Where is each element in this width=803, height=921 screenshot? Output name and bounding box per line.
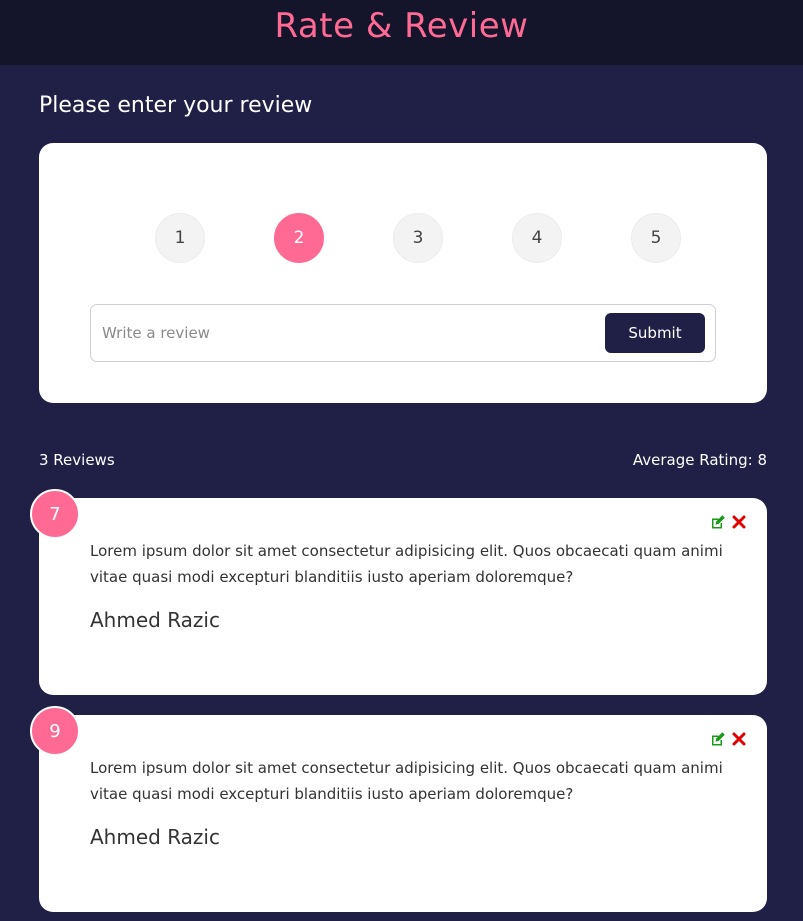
review-rating-badge: 7 <box>30 489 80 539</box>
review-stats: 3 Reviews Average Rating: 8 <box>39 451 767 469</box>
review-input-group: Submit <box>90 304 716 362</box>
rating-option-4[interactable]: 4 <box>512 213 562 263</box>
review-actions <box>710 514 747 530</box>
review-rating-badge: 9 <box>30 706 80 756</box>
delete-icon[interactable] <box>731 514 747 530</box>
review-count: 3 Reviews <box>39 451 115 469</box>
average-rating: Average Rating: 8 <box>632 451 767 469</box>
review-text: Lorem ipsum dolor sit amet consectetur a… <box>90 759 723 803</box>
rating-option-2[interactable]: 2 <box>274 213 324 263</box>
review-actions <box>710 731 747 747</box>
page-title: Rate & Review <box>274 5 529 46</box>
delete-icon[interactable] <box>731 731 747 747</box>
review-author: Ahmed Razic <box>90 825 220 849</box>
rating-form-card: 1 2 3 4 5 Submit <box>39 143 767 403</box>
review-text: Lorem ipsum dolor sit amet consectetur a… <box>90 542 723 586</box>
rating-option-5[interactable]: 5 <box>631 213 681 263</box>
app-header: Rate & Review <box>0 0 803 65</box>
edit-icon[interactable] <box>710 514 726 530</box>
submit-button[interactable]: Submit <box>605 313 705 353</box>
review-author: Ahmed Razic <box>90 608 220 632</box>
rating-option-1[interactable]: 1 <box>155 213 205 263</box>
review-input[interactable] <box>91 305 601 361</box>
review-card: 9 Lorem ipsum dolor sit amet consectetur… <box>30 706 767 912</box>
edit-icon[interactable] <box>710 731 726 747</box>
rating-option-3[interactable]: 3 <box>393 213 443 263</box>
review-card: 7 Lorem ipsum dolor sit amet consectetur… <box>30 489 767 695</box>
review-prompt: Please enter your review <box>39 93 313 118</box>
